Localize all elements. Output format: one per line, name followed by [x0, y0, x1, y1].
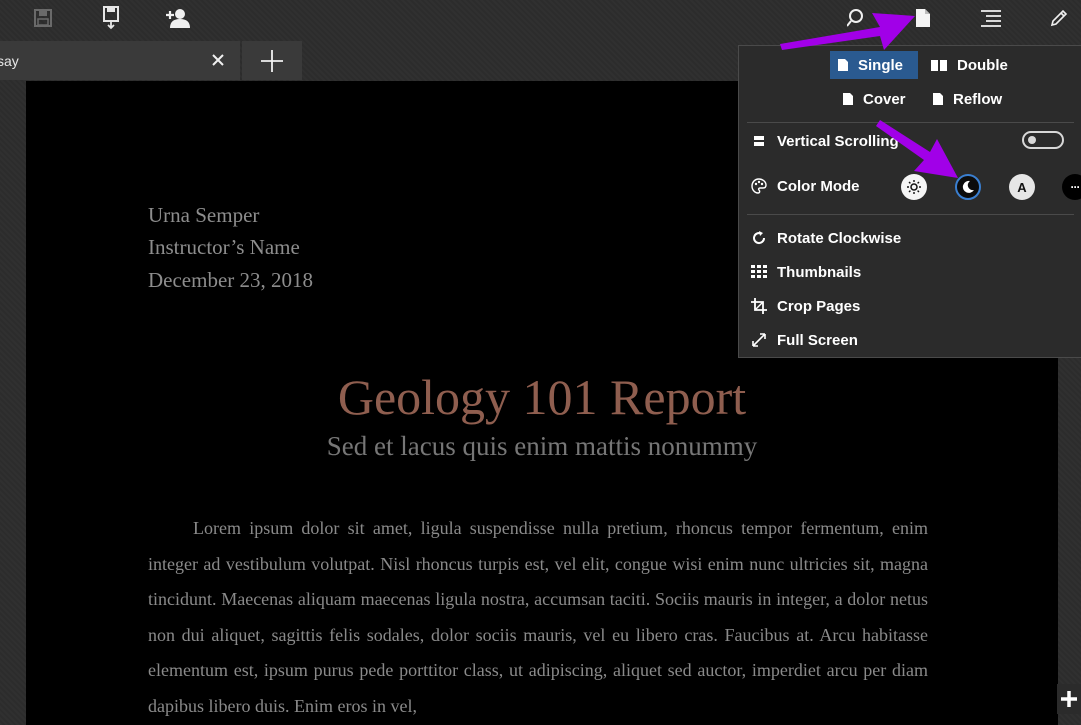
color-mode-row: Color Mode: [751, 171, 860, 201]
moon-icon: [962, 180, 974, 193]
crop-pages-item[interactable]: Crop Pages: [751, 291, 860, 321]
save-download-icon: [103, 6, 119, 30]
crop-pages-label: Crop Pages: [777, 297, 861, 315]
sun-icon: [907, 180, 921, 194]
layout-reflow-label: Reflow: [953, 90, 1003, 108]
double-page-icon: [931, 60, 947, 71]
auto-mode-button[interactable]: A: [1009, 174, 1035, 200]
add-user-icon: [166, 9, 190, 28]
color-mode-label: Color Mode: [777, 177, 860, 195]
tab-label: say: [0, 52, 19, 69]
outline-button[interactable]: [974, 3, 1008, 33]
thumbnails-grid-icon: [751, 264, 767, 280]
search-icon: [847, 9, 863, 27]
pencil-icon: [1050, 9, 1068, 27]
thumbnails-item[interactable]: Thumbnails: [751, 257, 861, 287]
full-screen-label: Full Screen: [777, 331, 858, 349]
single-page-icon: [838, 59, 848, 71]
floating-add-button[interactable]: [1057, 684, 1081, 714]
document-title: Geology 101 Report: [337, 369, 747, 425]
new-tab-button[interactable]: [242, 41, 302, 80]
light-mode-button[interactable]: [901, 174, 927, 200]
crop-icon: [751, 298, 767, 314]
document-date: December 23, 2018: [148, 268, 314, 292]
rotate-icon: [751, 230, 767, 246]
toggle-knob: [1028, 136, 1036, 144]
annotate-button[interactable]: [1042, 3, 1076, 33]
reflow-page-icon: [933, 93, 943, 105]
layout-reflow-option[interactable]: Reflow: [925, 85, 1025, 113]
close-tab-button[interactable]: [208, 50, 228, 70]
instructor-name: Instructor’s Name: [148, 235, 300, 259]
cover-page-icon: [843, 93, 853, 105]
rotate-clockwise-item[interactable]: Rotate Clockwise: [751, 223, 901, 253]
page-icon: [916, 9, 930, 27]
add-user-button[interactable]: [161, 3, 195, 33]
menu-divider: [747, 122, 1074, 123]
layout-double-option[interactable]: Double: [923, 51, 1023, 79]
plus-icon: [1061, 691, 1077, 707]
view-options-menu: Single Double Cover Reflow Vertical Scro…: [738, 45, 1081, 358]
thumbnails-label: Thumbnails: [777, 263, 862, 281]
layout-cover-label: Cover: [863, 90, 906, 108]
more-color-modes-button[interactable]: ···: [1062, 174, 1081, 200]
document-subtitle: Sed et lacus quis enim mattis nonummy: [326, 431, 758, 461]
save-icon: [34, 9, 52, 27]
expand-icon: [751, 332, 767, 348]
layout-single-label: Single: [858, 56, 904, 74]
save-as-button[interactable]: [94, 3, 128, 33]
dark-mode-button[interactable]: [955, 174, 981, 200]
menu-divider: [747, 214, 1074, 215]
layout-cover-option[interactable]: Cover: [835, 85, 925, 113]
document-body: Lorem ipsum dolor sit amet, ligula suspe…: [148, 518, 928, 716]
auto-mode-icon: A: [1017, 179, 1027, 195]
toolbar: [0, 0, 1081, 38]
page-layout-button[interactable]: [906, 3, 940, 33]
vertical-scrolling-toggle[interactable]: [1022, 131, 1064, 149]
layout-double-label: Double: [957, 56, 1008, 74]
full-screen-item[interactable]: Full Screen: [751, 325, 858, 355]
outline-list-icon: [981, 10, 1001, 27]
document-tab[interactable]: say: [0, 41, 240, 80]
palette-icon: [751, 178, 767, 194]
more-icon: ···: [1070, 180, 1081, 194]
rotate-clockwise-label: Rotate Clockwise: [777, 229, 902, 247]
plus-icon: [261, 49, 283, 72]
vertical-scroll-icon: [751, 133, 767, 149]
author-name: Urna Semper: [148, 203, 260, 227]
save-button[interactable]: [26, 3, 60, 33]
layout-single-option[interactable]: Single: [830, 51, 918, 79]
vertical-scrolling-label: Vertical Scrolling: [777, 132, 899, 150]
search-button[interactable]: [840, 3, 874, 33]
vertical-scrolling-row: Vertical Scrolling: [751, 126, 899, 156]
close-icon: [212, 54, 224, 66]
